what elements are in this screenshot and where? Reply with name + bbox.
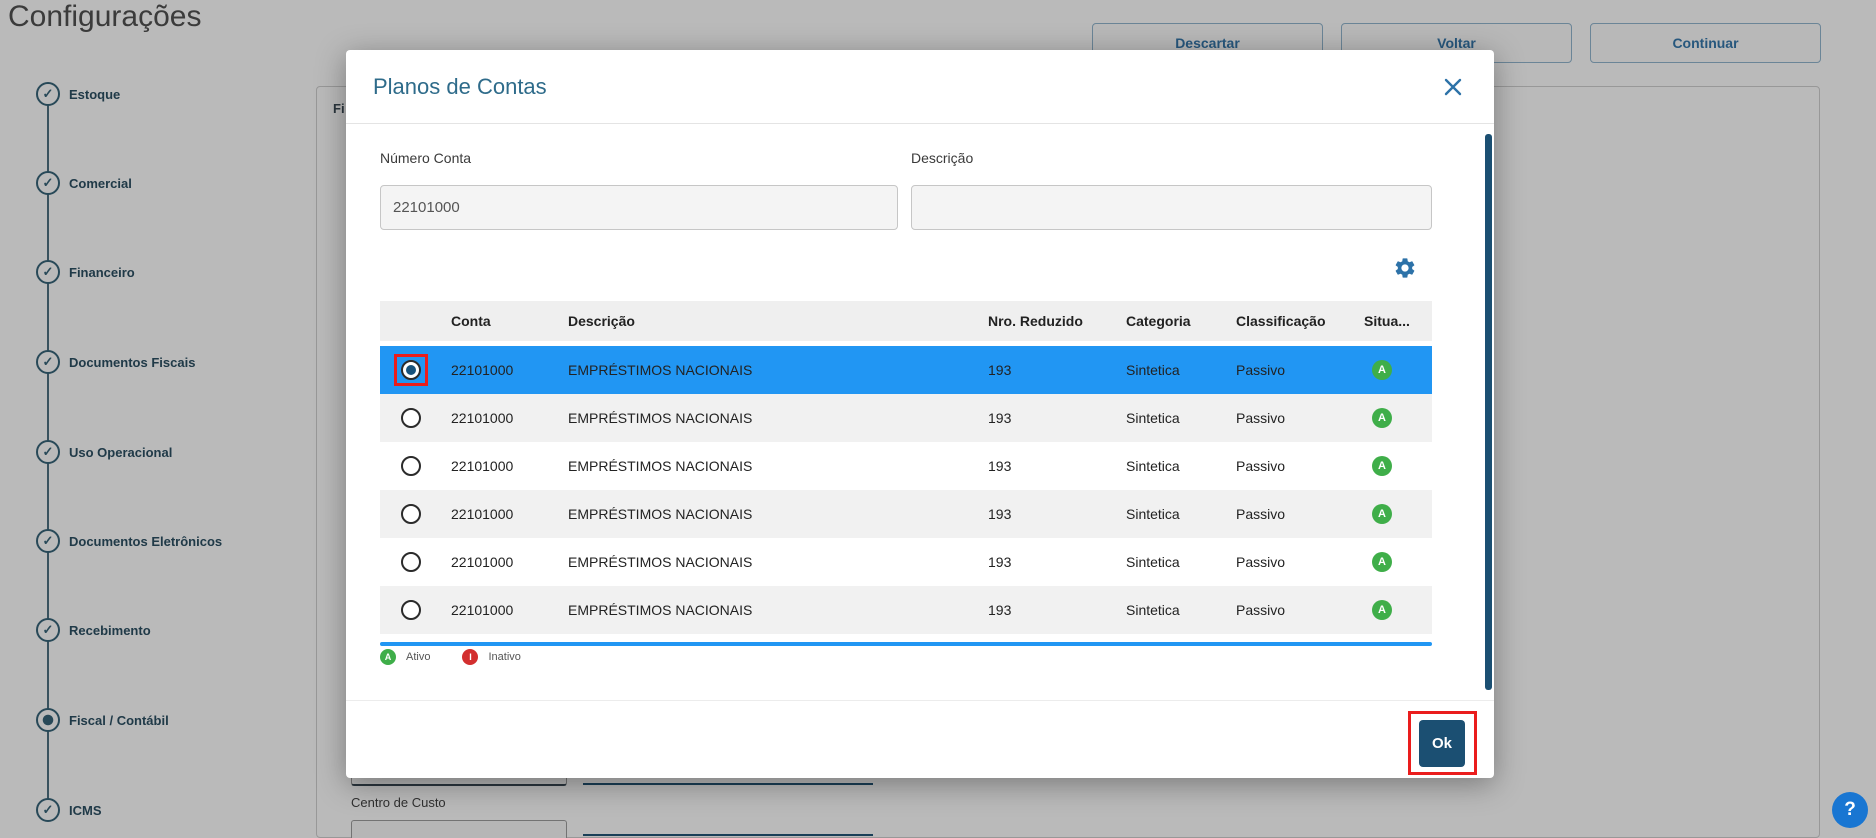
status-legend: A Ativo I Inativo	[380, 649, 543, 665]
cell-descricao: EMPRÉSTIMOS NACIONAIS	[568, 602, 753, 618]
cell-radio	[380, 600, 451, 620]
status-badge-ativo: A	[1372, 360, 1392, 380]
table-row-selected[interactable]: 22101000 EMPRÉSTIMOS NACIONAIS 193 Sinte…	[380, 346, 1432, 394]
cell-descricao: EMPRÉSTIMOS NACIONAIS	[568, 506, 753, 522]
header-conta: Conta	[451, 313, 491, 329]
cell-categoria: Sintetica	[1126, 554, 1180, 570]
numero-conta-label: Número Conta	[380, 150, 472, 166]
cell-radio	[380, 456, 451, 476]
cell-categoria: Sintetica	[1126, 410, 1180, 426]
cell-classificacao: Passivo	[1236, 458, 1286, 474]
cell-classificacao: Passivo	[1236, 506, 1286, 522]
table-horizontal-scrollbar[interactable]	[380, 642, 1432, 646]
modal-vertical-scrollbar[interactable]	[1485, 134, 1492, 690]
legend-inativo-label: Inativo	[488, 651, 521, 663]
modal-title: Planos de Contas	[373, 74, 547, 99]
row-radio[interactable]	[401, 456, 421, 476]
cell-descricao: EMPRÉSTIMOS NACIONAIS	[568, 410, 753, 426]
header-categoria: Categoria	[1126, 313, 1191, 329]
table-row[interactable]: 22101000 EMPRÉSTIMOS NACIONAIS 193 Sinte…	[380, 538, 1432, 586]
cell-conta: 22101000	[451, 410, 514, 426]
cell-conta: 22101000	[451, 458, 514, 474]
cell-conta: 22101000	[451, 554, 514, 570]
ok-button[interactable]: Ok	[1419, 720, 1465, 767]
row-radio[interactable]	[401, 600, 421, 620]
cell-nro-reduzido: 193	[988, 362, 1012, 378]
cell-nro-reduzido: 193	[988, 554, 1012, 570]
cell-nro-reduzido: 193	[988, 506, 1012, 522]
cell-classificacao: Passivo	[1236, 602, 1286, 618]
planos-de-contas-modal: Planos de Contas Número Conta Descrição …	[346, 50, 1494, 778]
gear-icon[interactable]	[1392, 256, 1418, 282]
cell-conta: 22101000	[451, 362, 514, 378]
cell-categoria: Sintetica	[1126, 362, 1180, 378]
cell-radio	[380, 408, 451, 428]
cell-radio	[380, 360, 451, 380]
cell-situacao: A	[1364, 408, 1432, 428]
cell-categoria: Sintetica	[1126, 602, 1180, 618]
cell-nro-reduzido: 193	[988, 410, 1012, 426]
cell-nro-reduzido: 193	[988, 458, 1012, 474]
modal-header: Planos de Contas	[346, 50, 1494, 124]
row-radio[interactable]	[401, 408, 421, 428]
cell-descricao: EMPRÉSTIMOS NACIONAIS	[568, 362, 753, 378]
numero-conta-input[interactable]	[380, 185, 898, 230]
table-row[interactable]: 22101000 EMPRÉSTIMOS NACIONAIS 193 Sinte…	[380, 490, 1432, 538]
close-icon[interactable]	[1440, 74, 1466, 100]
table-header-row: Conta Descrição Nro. Reduzido Categoria …	[380, 301, 1432, 341]
cell-conta: 22101000	[451, 602, 514, 618]
cell-descricao: EMPRÉSTIMOS NACIONAIS	[568, 554, 753, 570]
status-badge-ativo: A	[1372, 552, 1392, 572]
descricao-label: Descrição	[911, 150, 974, 166]
header-classificacao: Classificação	[1236, 313, 1326, 329]
header-descricao: Descrição	[568, 313, 635, 329]
help-button[interactable]: ?	[1832, 792, 1868, 828]
legend-ativo-icon: A	[380, 649, 396, 665]
status-badge-ativo: A	[1372, 504, 1392, 524]
cell-situacao: A	[1364, 456, 1432, 476]
cell-radio	[380, 504, 451, 524]
table-body: 22101000 EMPRÉSTIMOS NACIONAIS 193 Sinte…	[380, 346, 1432, 634]
cell-conta: 22101000	[451, 506, 514, 522]
legend-inativo-icon: I	[462, 649, 479, 665]
cell-categoria: Sintetica	[1126, 458, 1180, 474]
descricao-input[interactable]	[911, 185, 1432, 230]
cell-nro-reduzido: 193	[988, 602, 1012, 618]
cell-situacao: A	[1364, 360, 1432, 380]
cell-descricao: EMPRÉSTIMOS NACIONAIS	[568, 458, 753, 474]
table-row[interactable]: 22101000 EMPRÉSTIMOS NACIONAIS 193 Sinte…	[380, 586, 1432, 634]
cell-situacao: A	[1364, 552, 1432, 572]
footer-divider	[346, 700, 1494, 701]
status-badge-ativo: A	[1372, 456, 1392, 476]
row-radio[interactable]	[401, 552, 421, 572]
cell-situacao: A	[1364, 504, 1432, 524]
cell-classificacao: Passivo	[1236, 554, 1286, 570]
legend-ativo-label: Ativo	[406, 651, 431, 663]
cell-radio	[380, 552, 451, 572]
row-radio-checked[interactable]	[401, 360, 421, 380]
status-badge-ativo: A	[1372, 408, 1392, 428]
row-radio[interactable]	[401, 504, 421, 524]
cell-situacao: A	[1364, 600, 1432, 620]
header-nro-reduzido: Nro. Reduzido	[988, 313, 1083, 329]
cell-categoria: Sintetica	[1126, 506, 1180, 522]
cell-classificacao: Passivo	[1236, 410, 1286, 426]
accounts-table: Conta Descrição Nro. Reduzido Categoria …	[380, 301, 1432, 634]
header-situacao: Situa...	[1364, 313, 1410, 329]
cell-classificacao: Passivo	[1236, 362, 1286, 378]
status-badge-ativo: A	[1372, 600, 1392, 620]
table-row[interactable]: 22101000 EMPRÉSTIMOS NACIONAIS 193 Sinte…	[380, 394, 1432, 442]
table-row[interactable]: 22101000 EMPRÉSTIMOS NACIONAIS 193 Sinte…	[380, 442, 1432, 490]
